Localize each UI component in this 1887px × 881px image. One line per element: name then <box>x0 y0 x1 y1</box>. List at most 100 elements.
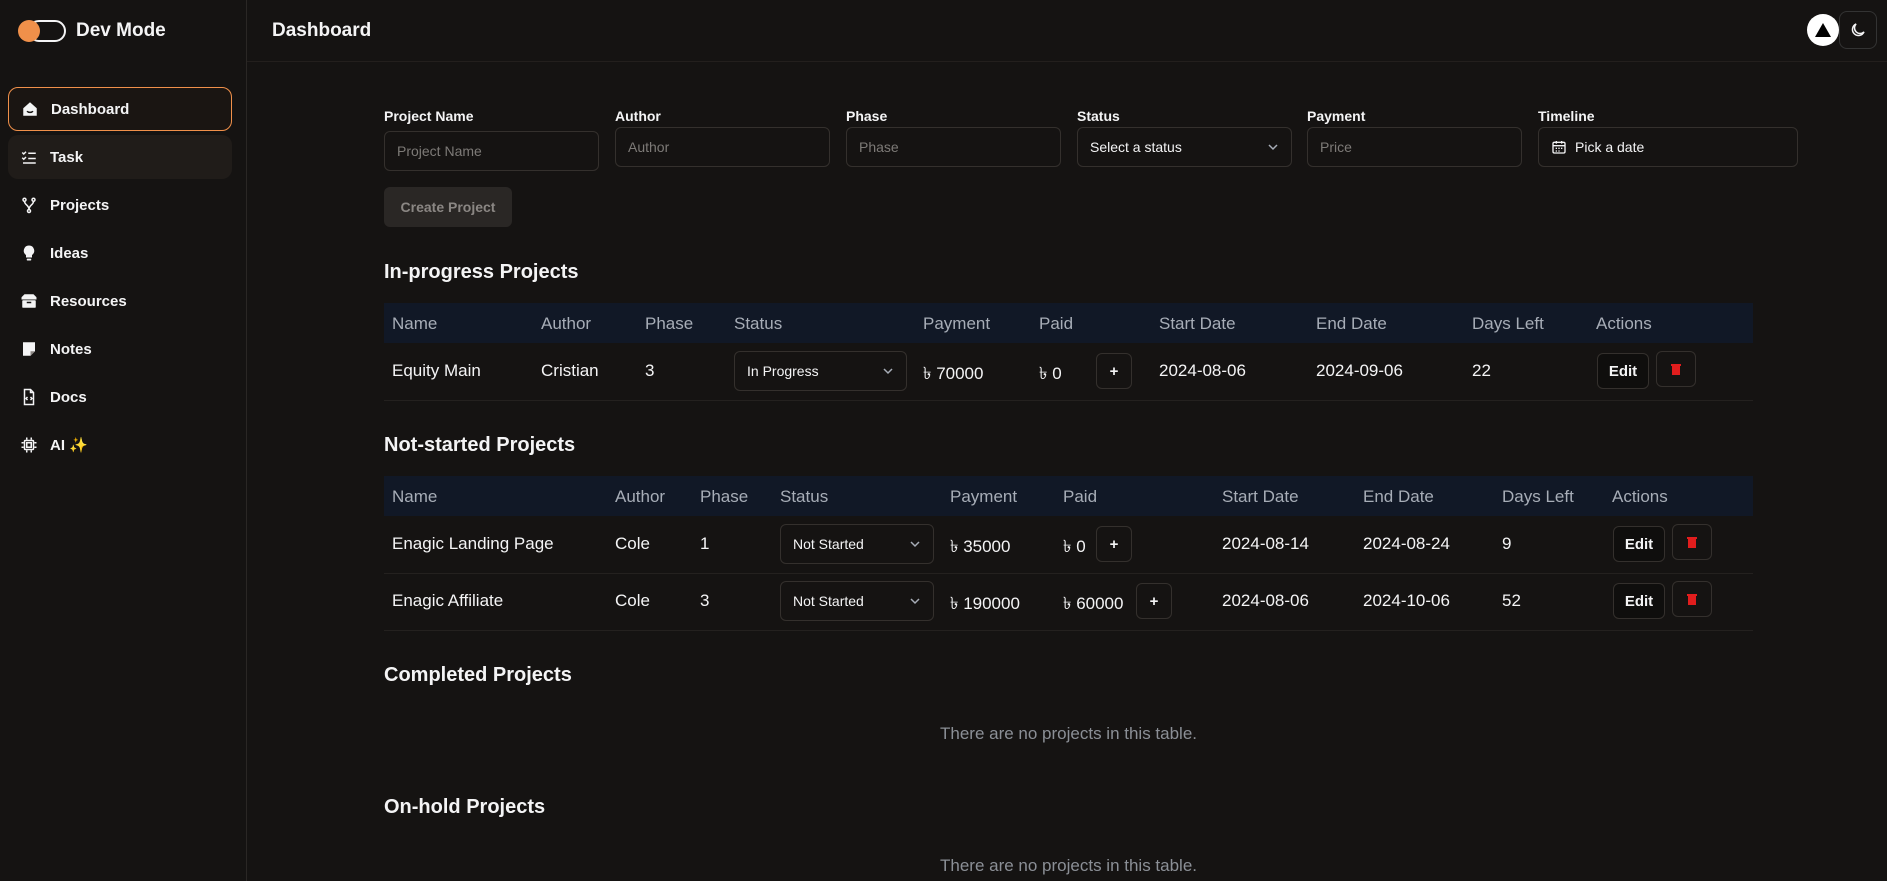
sidebar-item-label: AI ✨ <box>50 437 88 454</box>
project-paid: ৳ 0 <box>1039 364 1062 383</box>
branch-icon <box>20 196 38 214</box>
status-select[interactable]: Select a status <box>1077 127 1292 167</box>
column-header: Start Date <box>1222 487 1299 506</box>
column-header: Paid <box>1039 314 1074 333</box>
lightbulb-icon <box>20 244 38 262</box>
timeline-label: Timeline <box>1538 108 1595 124</box>
project-name: Enagic Landing Page <box>392 534 554 553</box>
row-status-select[interactable]: In Progress <box>734 351 907 391</box>
row-status-select[interactable]: Not Started <box>780 581 934 621</box>
days-left: 52 <box>1502 591 1521 610</box>
sidebar-item-projects[interactable]: Projects <box>8 183 232 227</box>
trash-icon <box>1687 537 1697 548</box>
timeline-value: Pick a date <box>1575 139 1645 155</box>
delete-button[interactable] <box>1656 351 1696 387</box>
column-header: Phase <box>700 487 749 506</box>
not-started-title: Not-started Projects <box>384 434 576 456</box>
add-payment-button[interactable]: + <box>1096 526 1132 562</box>
column-header: Actions <box>1612 487 1668 506</box>
edit-button[interactable]: Edit <box>1613 526 1665 562</box>
column-header: Start Date <box>1159 314 1236 333</box>
edit-button[interactable]: Edit <box>1597 353 1649 389</box>
column-header: Name <box>392 487 438 506</box>
sidebar-nav: Dashboard Task Projects Ideas Resources … <box>8 87 232 471</box>
column-header: Status <box>780 487 829 506</box>
trash-icon <box>1687 594 1697 605</box>
sidebar-item-resources[interactable]: Resources <box>8 279 232 323</box>
column-header: Author <box>615 487 666 506</box>
table-row: Equity Main Cristian 3 In Progress ৳ 700… <box>384 343 1753 401</box>
sidebar-item-ideas[interactable]: Ideas <box>8 231 232 275</box>
triangle-logo-button[interactable] <box>1807 14 1839 46</box>
calendar-icon <box>1552 141 1566 154</box>
start-date: 2024-08-06 <box>1222 591 1309 610</box>
delete-button[interactable] <box>1672 581 1712 617</box>
not-started-table-header: Name Author Phase Status Payment Paid St… <box>384 476 1753 516</box>
brand[interactable]: Dev Mode <box>18 18 166 44</box>
sidebar-item-dashboard[interactable]: Dashboard <box>8 87 232 131</box>
timeline-date-picker[interactable]: Pick a date <box>1538 127 1798 167</box>
sidebar-item-label: Projects <box>50 196 110 214</box>
payment-label: Payment <box>1307 108 1366 124</box>
column-header: Name <box>392 314 438 333</box>
toggle-logo-icon <box>18 19 66 43</box>
column-header: Status <box>734 314 783 333</box>
column-header: Author <box>541 314 592 333</box>
chevron-down-icon <box>883 368 893 375</box>
phase-label: Phase <box>846 108 888 124</box>
delete-button[interactable] <box>1672 524 1712 560</box>
create-project-button[interactable]: Create Project <box>384 187 512 227</box>
project-name-input[interactable] <box>384 131 599 171</box>
trash-icon <box>1671 364 1681 375</box>
end-date: 2024-08-24 <box>1363 534 1450 553</box>
in-progress-table-header: Name Author Phase Status Payment Paid St… <box>384 303 1753 343</box>
table-row: Enagic Landing Page Cole 1 Not Started ৳… <box>384 516 1753 574</box>
payment-input[interactable] <box>1307 127 1522 167</box>
row-status-value: Not Started <box>793 593 864 609</box>
days-left: 9 <box>1502 534 1512 553</box>
project-phase: 3 <box>700 591 710 610</box>
sidebar-item-label: Docs <box>50 388 87 406</box>
sidebar-item-label: Task <box>50 148 84 166</box>
chevron-down-icon <box>910 598 920 605</box>
project-paid: ৳ 0 <box>1063 537 1086 556</box>
column-header: Days Left <box>1502 487 1574 506</box>
edit-button[interactable]: Edit <box>1613 583 1665 619</box>
project-name: Equity Main <box>392 361 481 380</box>
author-label: Author <box>615 108 661 124</box>
column-header: Payment <box>950 487 1018 506</box>
end-date: 2024-09-06 <box>1316 361 1403 380</box>
column-header: Payment <box>923 314 991 333</box>
sidebar-item-label: Dashboard <box>51 100 130 118</box>
cpu-icon <box>20 436 38 454</box>
column-header: Days Left <box>1472 314 1544 333</box>
sidebar-item-task[interactable]: Task <box>8 135 232 179</box>
project-payment: ৳ 70000 <box>923 364 984 383</box>
on-hold-empty-message: There are no projects in this table. <box>939 856 1198 875</box>
page-title: Dashboard <box>272 20 372 41</box>
home-icon <box>21 100 39 118</box>
phase-input[interactable] <box>846 127 1061 167</box>
theme-toggle-button[interactable] <box>1839 11 1877 49</box>
column-header: Phase <box>645 314 694 333</box>
author-input[interactable] <box>615 127 830 167</box>
add-payment-button[interactable]: + <box>1096 353 1132 389</box>
top-bar: Dashboard <box>247 0 1887 62</box>
on-hold-title: On-hold Projects <box>384 796 546 818</box>
project-phase: 1 <box>700 534 710 553</box>
sidebar-item-docs[interactable]: Docs <box>8 375 232 419</box>
project-name-label: Project Name <box>384 108 474 124</box>
row-status-select[interactable]: Not Started <box>780 524 934 564</box>
add-payment-button[interactable]: + <box>1136 583 1172 619</box>
project-author: Cole <box>615 591 650 610</box>
column-header: Actions <box>1596 314 1652 333</box>
chevron-down-icon <box>1268 144 1278 151</box>
sidebar-item-ai[interactable]: AI ✨ <box>8 423 232 467</box>
sidebar-item-notes[interactable]: Notes <box>8 327 232 371</box>
in-progress-title: In-progress Projects <box>384 261 579 283</box>
status-select-value: Select a status <box>1090 139 1182 155</box>
status-label: Status <box>1077 108 1120 124</box>
sidebar-item-label: Ideas <box>50 244 89 262</box>
days-left: 22 <box>1472 361 1491 380</box>
table-row: Enagic Affiliate Cole 3 Not Started ৳ 19… <box>384 573 1753 631</box>
